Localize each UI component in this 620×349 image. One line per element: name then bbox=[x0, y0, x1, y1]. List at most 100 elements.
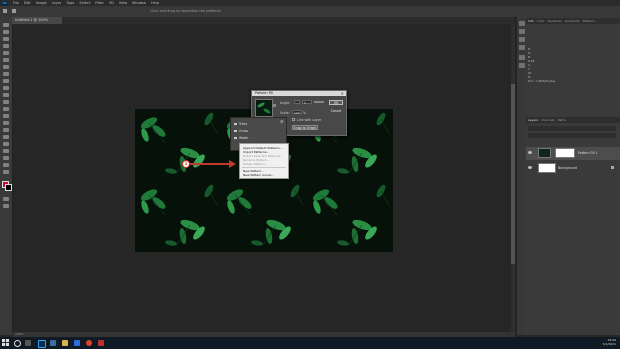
menu-file[interactable]: File bbox=[13, 1, 19, 5]
blur-tool-icon[interactable] bbox=[3, 114, 9, 118]
move-tool-icon[interactable] bbox=[12, 9, 16, 13]
menu-item-new-pattern-group[interactable]: New Pattern Group... bbox=[243, 173, 274, 177]
layer-mask-thumbnail[interactable] bbox=[555, 148, 575, 158]
layer-row-pattern-fill[interactable]: Pattern Fill 1 bbox=[526, 147, 620, 160]
search-icon[interactable] bbox=[14, 340, 21, 347]
layer-filter-bar[interactable] bbox=[528, 126, 616, 131]
tab-patterns[interactable]: Patterns bbox=[583, 18, 595, 24]
chevron-down-icon[interactable] bbox=[273, 104, 276, 107]
tab-paths[interactable]: Paths bbox=[558, 117, 566, 123]
chrome-icon[interactable] bbox=[86, 340, 92, 346]
menu-image[interactable]: Image bbox=[36, 1, 47, 5]
preset-folder-trees[interactable]: Trees bbox=[234, 122, 247, 126]
photoshop-taskbar-icon[interactable] bbox=[38, 340, 46, 348]
layer-thumbnail bbox=[538, 148, 551, 158]
layer-row-background[interactable]: Background bbox=[526, 162, 620, 175]
lasso-tool-icon[interactable] bbox=[3, 37, 9, 41]
frame-tool-icon[interactable] bbox=[3, 58, 9, 62]
quick-mask-icon[interactable] bbox=[3, 197, 9, 201]
home-icon[interactable] bbox=[3, 9, 7, 13]
menu-filter[interactable]: Filter bbox=[95, 1, 104, 5]
pen-tool-icon[interactable] bbox=[3, 128, 9, 132]
document-tab[interactable]: Untitled-1 @ 100% (RGB/8) bbox=[12, 17, 62, 29]
gradient-tool-icon[interactable] bbox=[3, 107, 9, 111]
angle-input[interactable]: 0 bbox=[302, 100, 312, 105]
task-view-icon[interactable] bbox=[25, 340, 31, 346]
menu-3d[interactable]: 3D bbox=[109, 1, 114, 5]
angle-slider[interactable] bbox=[314, 101, 324, 103]
preset-folder-water[interactable]: Water bbox=[234, 136, 248, 140]
tab-layers[interactable]: Layers bbox=[528, 117, 538, 123]
link-with-layer-checkbox[interactable] bbox=[292, 118, 295, 121]
menu-type[interactable]: Type bbox=[66, 1, 74, 5]
screen-mode-icon[interactable] bbox=[3, 204, 9, 208]
quick-select-tool-icon[interactable] bbox=[3, 44, 9, 48]
menu-help[interactable]: Help bbox=[151, 1, 159, 5]
close-icon[interactable]: × bbox=[341, 91, 344, 96]
folder-icon bbox=[234, 122, 237, 126]
menu-layer[interactable]: Layer bbox=[52, 1, 62, 5]
tab-channels[interactable]: Channels bbox=[541, 117, 555, 123]
app-icon[interactable] bbox=[74, 340, 80, 346]
hand-tool-icon[interactable] bbox=[3, 156, 9, 160]
preset-folder-grass[interactable]: Grass bbox=[234, 129, 248, 133]
windows-start-icon[interactable] bbox=[2, 339, 9, 346]
paragraph-icon[interactable] bbox=[519, 55, 525, 60]
character-icon[interactable] bbox=[519, 63, 525, 68]
blend-mode-bar[interactable] bbox=[528, 133, 616, 138]
path-select-tool-icon[interactable] bbox=[3, 142, 9, 146]
info-panel-tabs: Info Color Swatches Gradients Patterns bbox=[526, 18, 620, 24]
adjustments-icon[interactable] bbox=[519, 37, 525, 42]
tab-swatches[interactable]: Swatches bbox=[548, 18, 562, 24]
healing-brush-tool-icon[interactable] bbox=[3, 72, 9, 76]
layers-panel-tabs: Layers Channels Paths bbox=[526, 117, 620, 123]
more-tools-icon[interactable] bbox=[3, 170, 9, 174]
dodge-tool-icon[interactable] bbox=[3, 121, 9, 125]
app-icon-red[interactable] bbox=[98, 340, 104, 346]
folder-label: Water bbox=[239, 136, 249, 140]
file-explorer-icon[interactable] bbox=[62, 340, 68, 346]
eyedropper-tool-icon[interactable] bbox=[3, 65, 9, 69]
history-icon[interactable] bbox=[519, 21, 525, 26]
tab-gradients[interactable]: Gradients bbox=[565, 18, 580, 24]
annotation-arrow-line bbox=[190, 163, 230, 165]
ok-button[interactable]: OK bbox=[329, 100, 343, 105]
tab-color[interactable]: Color bbox=[537, 18, 545, 24]
shape-tool-icon[interactable] bbox=[3, 149, 9, 153]
marquee-tool-icon[interactable] bbox=[3, 30, 9, 34]
folder-label: Trees bbox=[239, 122, 248, 126]
clone-stamp-tool-icon[interactable] bbox=[3, 86, 9, 90]
snap-to-origin-button[interactable]: Snap to Origin bbox=[292, 125, 318, 130]
eraser-tool-icon[interactable] bbox=[3, 100, 9, 104]
eye-icon[interactable] bbox=[528, 166, 532, 169]
angle-dial[interactable] bbox=[294, 100, 300, 104]
cancel-button[interactable]: Cancel bbox=[329, 108, 343, 113]
background-color-swatch[interactable] bbox=[5, 184, 12, 191]
angle-label: Angle: bbox=[280, 101, 291, 105]
menu-edit[interactable]: Edit bbox=[24, 1, 31, 5]
info-line: Doc: 1.34M/0 bytes bbox=[528, 79, 556, 83]
menu-window[interactable]: Window bbox=[132, 1, 146, 5]
gear-icon[interactable]: ⚙ bbox=[280, 120, 284, 124]
tab-info[interactable]: Info bbox=[528, 18, 534, 24]
type-tool-icon[interactable] bbox=[3, 135, 9, 139]
vertical-scrollbar[interactable] bbox=[511, 24, 515, 332]
scroll-thumb[interactable] bbox=[511, 84, 515, 264]
eye-icon[interactable] bbox=[528, 151, 532, 154]
move-tool-icon[interactable] bbox=[3, 23, 9, 27]
edge-browser-icon[interactable] bbox=[50, 340, 56, 346]
libraries-icon[interactable] bbox=[519, 45, 525, 50]
history-brush-tool-icon[interactable] bbox=[3, 93, 9, 97]
layer-name: Background bbox=[558, 166, 578, 170]
crop-tool-icon[interactable] bbox=[3, 51, 9, 55]
brush-tool-icon[interactable] bbox=[3, 79, 9, 83]
scale-input[interactable]: 100 bbox=[292, 110, 302, 115]
properties-icon[interactable] bbox=[519, 29, 525, 34]
folder-icon bbox=[234, 129, 237, 133]
zoom-tool-icon[interactable] bbox=[3, 163, 9, 167]
menu-select[interactable]: Select bbox=[79, 1, 90, 5]
tools-panel bbox=[0, 17, 13, 335]
menu-view[interactable]: View bbox=[119, 1, 127, 5]
pattern-swatch-thumbnail[interactable] bbox=[255, 99, 273, 117]
system-tray-clock[interactable]: 19:06 3/1/2021 bbox=[603, 338, 616, 346]
